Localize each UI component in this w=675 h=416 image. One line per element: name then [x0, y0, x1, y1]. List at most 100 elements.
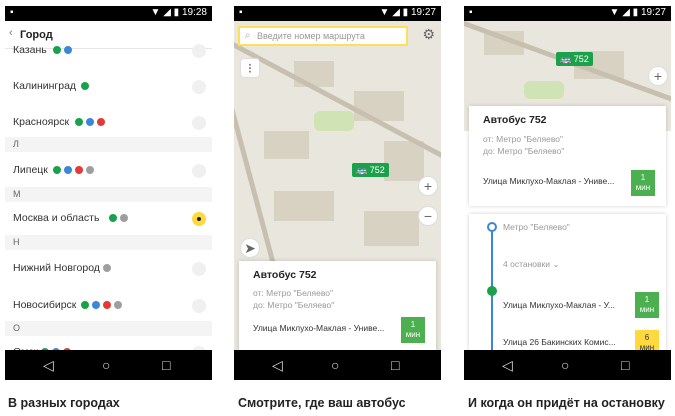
transport-dot-icon [80, 82, 89, 90]
clock: 19:27 [410, 7, 436, 18]
transport-dot-icon [119, 214, 128, 222]
back-icon[interactable]: ‹ [9, 27, 13, 39]
notification-icon: ▪ [239, 7, 243, 18]
transport-type-icons [52, 166, 94, 174]
city-radio[interactable] [192, 262, 206, 276]
nav-recent-button[interactable]: □ [162, 357, 170, 373]
signal-icons: ▼ ◢ ▮ [379, 7, 409, 18]
bus-card[interactable]: Автобус 752 от: Метро "Беляево" до: Метр… [469, 106, 666, 206]
next-stop: Улица Миклухо-Маклая - Униве... [483, 176, 615, 186]
signal-icons: ▼ ◢ ▮ [150, 7, 180, 18]
section-letter: Л [5, 137, 212, 152]
city-row[interactable]: Новосибирск [5, 299, 212, 317]
android-nav-bar: ◁ ○ □ [5, 350, 212, 380]
arrival-badge: 1 мин [401, 317, 425, 343]
transport-dot-icon [74, 166, 83, 174]
screen-arrival: ▪ ▼ ◢ ▮ 19:27 🚌 752 + Автобус 752 от: Ме… [464, 6, 671, 380]
city-radio[interactable] [192, 212, 206, 226]
next-stop: Улица Миклухо-Маклая - Униве... [253, 323, 385, 333]
caption-2: Смотрите, где ваш автобус [238, 396, 406, 410]
screen-map: ▪ ▼ ◢ ▮ 19:27 ⌕ Введите номер маршрута ⚙… [234, 6, 441, 380]
city-row[interactable]: Липецк [5, 164, 212, 182]
city-row[interactable]: Москва и область [5, 212, 212, 230]
city-radio[interactable] [192, 44, 206, 58]
traffic-light-icon[interactable]: ⁝ [240, 58, 260, 78]
bus-from: от: Метро "Беляево" [483, 134, 563, 144]
transport-type-icons [75, 118, 105, 126]
city-radio[interactable] [192, 164, 206, 178]
bus-card[interactable]: Автобус 752 от: Метро "Беляево" до: Метр… [239, 261, 436, 351]
bus-marker[interactable]: 🚌 752 [556, 52, 593, 66]
bus-title: Автобус 752 [483, 114, 547, 126]
bus-marker[interactable]: 🚌 752 [352, 163, 389, 177]
transport-dot-icon [80, 301, 89, 309]
zoom-in-button[interactable]: + [648, 66, 668, 86]
city-name: Казань [13, 44, 47, 56]
city-row[interactable]: Нижний Новгород [5, 262, 212, 280]
transport-type-icons [80, 301, 122, 309]
stops-count-toggle[interactable]: 4 остановки ⌄ [503, 259, 559, 270]
nav-back-button[interactable]: ◁ [43, 357, 54, 374]
android-nav-bar: ◁ ○ □ [234, 350, 441, 380]
city-radio[interactable] [192, 80, 206, 94]
bus-to: до: Метро "Беляево" [253, 300, 335, 310]
nav-recent-button[interactable]: □ [391, 357, 399, 373]
zoom-out-button[interactable]: − [418, 206, 438, 226]
nav-back-button[interactable]: ◁ [272, 357, 283, 374]
city-radio[interactable] [192, 299, 206, 313]
transport-dot-icon [63, 46, 72, 54]
nav-home-button[interactable]: ○ [102, 357, 110, 373]
transport-type-icons [108, 214, 128, 222]
arrival-badge: 1 мин [631, 170, 655, 196]
transport-dot-icon [52, 166, 61, 174]
transport-dot-icon [113, 301, 122, 309]
transport-type-icons [103, 264, 111, 272]
status-bar: ▪ ▼ ◢ ▮ 19:28 [5, 6, 212, 21]
transport-dot-icon [63, 166, 72, 174]
clock: 19:27 [640, 7, 666, 18]
caption-3: И когда он придёт на остановку [468, 396, 665, 410]
section-letter: М [5, 187, 212, 202]
transport-dot-icon [102, 301, 111, 309]
city-row[interactable]: Казань [5, 44, 212, 62]
city-name: Нижний Новгород [13, 262, 100, 274]
locate-icon[interactable]: ➤ [240, 238, 260, 258]
gear-icon[interactable]: ⚙ [422, 26, 435, 43]
android-nav-bar: ◁ ○ □ [464, 350, 671, 380]
city-name: Красноярск [13, 116, 70, 128]
stop1-arrival-badge: 1 мин [635, 292, 659, 318]
transport-dot-icon [108, 214, 117, 222]
transport-dot-icon [97, 118, 105, 126]
bus-from: от: Метро "Беляево" [253, 288, 333, 298]
route-stop-2: Улица 26 Бакинских Комис... [503, 337, 616, 347]
transport-dot-icon [91, 301, 100, 309]
route-start: Метро "Беляево" [503, 222, 570, 232]
transport-dot-icon [52, 46, 61, 54]
transport-type-icons [52, 46, 72, 54]
clock: 19:28 [181, 7, 207, 18]
section-letter: Н [5, 235, 212, 250]
notification-icon: ▪ [469, 7, 473, 18]
city-row[interactable]: Красноярск [5, 116, 212, 134]
bus-position-icon [487, 286, 497, 296]
city-row[interactable]: Калининград [5, 80, 212, 98]
nav-home-button[interactable]: ○ [561, 357, 569, 373]
city-name: Москва и область [13, 212, 100, 224]
city-radio[interactable] [192, 116, 206, 130]
screen-city-list: ▪ ▼ ◢ ▮ 19:28 ‹ Город Казань Калининград К… [5, 6, 212, 380]
search-icon: ⌕ [245, 30, 251, 41]
nav-back-button[interactable]: ◁ [502, 357, 513, 374]
nav-home-button[interactable]: ○ [331, 357, 339, 373]
zoom-in-button[interactable]: + [418, 176, 438, 196]
transport-dot-icon [86, 118, 94, 126]
route-search-input[interactable]: ⌕ Введите номер маршрута [238, 26, 408, 46]
transport-dot-icon [103, 264, 111, 272]
transport-dot-icon [75, 118, 83, 126]
city-name: Калининград [13, 80, 77, 92]
status-bar: ▪ ▼ ◢ ▮ 19:27 [234, 6, 441, 21]
nav-recent-button[interactable]: □ [621, 357, 629, 373]
city-name: Липецк [13, 164, 48, 176]
route-stop-1: Улица Миклухо-Маклая - У... [503, 300, 615, 310]
page-title: Город [20, 29, 53, 41]
caption-1: В разных городах [8, 396, 120, 410]
